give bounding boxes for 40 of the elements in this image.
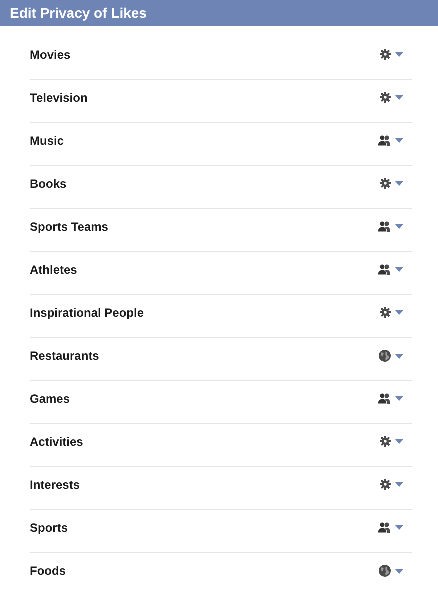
category-label: Television: [30, 91, 88, 105]
caret-icon: [395, 224, 404, 229]
caret-icon: [395, 52, 404, 57]
privacy-selector[interactable]: [379, 350, 404, 362]
category-label: Games: [30, 392, 70, 406]
category-label: Books: [30, 177, 67, 191]
privacy-selector[interactable]: [378, 221, 404, 232]
dialog-title: Edit Privacy of Likes: [10, 4, 147, 23]
privacy-selector[interactable]: [378, 393, 404, 404]
privacy-selector[interactable]: [380, 178, 404, 189]
privacy-selector[interactable]: [379, 565, 404, 577]
caret-icon: [395, 267, 404, 272]
privacy-selector[interactable]: [380, 436, 404, 447]
caret-icon: [395, 482, 404, 487]
caret-icon: [395, 568, 404, 574]
privacy-selector[interactable]: [378, 135, 404, 146]
category-label: Athletes: [30, 263, 78, 277]
caret-icon: [395, 525, 404, 530]
privacy-selector[interactable]: [380, 92, 404, 103]
category-label: Inspirational People: [30, 306, 144, 320]
caret-icon: [395, 95, 404, 100]
category-label: Interests: [30, 478, 80, 492]
category-label: Sports: [30, 521, 68, 535]
category-label: Sports Teams: [30, 220, 108, 234]
caret-icon: [395, 138, 404, 143]
privacy-selector[interactable]: [380, 307, 404, 318]
privacy-selector[interactable]: [380, 479, 404, 490]
caret-icon: [395, 354, 404, 358]
caret-icon: [395, 439, 404, 444]
privacy-selector[interactable]: [380, 49, 404, 60]
privacy-selector[interactable]: [378, 264, 404, 275]
caret-icon: [395, 310, 404, 315]
privacy-selector[interactable]: [378, 522, 404, 533]
category-label: Activities: [30, 435, 84, 449]
category-label: Foods: [30, 564, 66, 578]
category-label: Music: [30, 134, 64, 148]
caret-icon: [395, 181, 404, 186]
caret-icon: [395, 396, 404, 401]
category-label: Movies: [30, 48, 71, 62]
category-label: Restaurants: [30, 349, 100, 363]
